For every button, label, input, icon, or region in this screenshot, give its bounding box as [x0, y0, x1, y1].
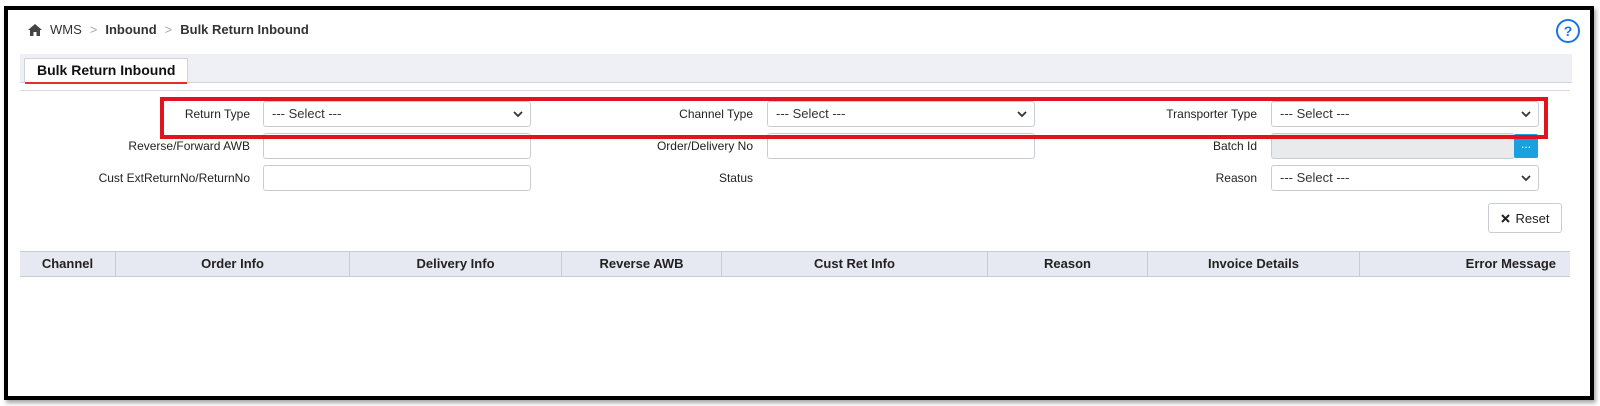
col-reason[interactable]: Reason — [988, 252, 1148, 276]
breadcrumb-separator: > — [164, 22, 173, 37]
table-header: Channel Order Info Delivery Info Reverse… — [20, 251, 1570, 277]
cust-ext-input[interactable] — [263, 165, 531, 191]
breadcrumb-current: Bulk Return Inbound — [180, 22, 309, 37]
col-delivery-info[interactable]: Delivery Info — [350, 252, 562, 276]
reason-select[interactable]: --- Select --- — [1271, 165, 1539, 191]
home-icon[interactable] — [28, 23, 42, 36]
breadcrumb: WMS > Inbound > Bulk Return Inbound — [28, 22, 309, 37]
tab-bulk-return-inbound[interactable]: Bulk Return Inbound — [24, 58, 189, 84]
breadcrumb-root[interactable]: WMS — [50, 22, 82, 37]
col-reverse-awb[interactable]: Reverse AWB — [562, 252, 722, 276]
app-frame: WMS > Inbound > Bulk Return Inbound ? Bu… — [4, 6, 1594, 400]
awb-label: Reverse/Forward AWB — [128, 139, 250, 153]
tab-bar: Bulk Return Inbound — [20, 54, 1572, 84]
close-x-icon — [1500, 213, 1510, 223]
status-label: Status — [718, 171, 753, 185]
reset-label: Reset — [1515, 210, 1550, 226]
col-error-message[interactable]: Error Message — [1360, 252, 1570, 276]
batch-id-label: Batch Id — [1212, 139, 1257, 153]
help-icon[interactable]: ? — [1556, 19, 1580, 43]
reason-value: --- Select --- — [1280, 170, 1350, 185]
col-order-info[interactable]: Order Info — [116, 252, 350, 276]
col-cust-ret-info[interactable]: Cust Ret Info — [722, 252, 988, 276]
col-invoice-details[interactable]: Invoice Details — [1148, 252, 1360, 276]
highlight-box — [160, 97, 1548, 139]
breadcrumb-separator: > — [89, 22, 98, 37]
col-channel[interactable]: Channel — [20, 252, 116, 276]
order-delivery-label: Order/Delivery No — [656, 139, 753, 153]
chevron-down-icon — [1521, 175, 1531, 182]
reason-label: Reason — [1215, 171, 1257, 185]
breadcrumb-inbound[interactable]: Inbound — [105, 22, 156, 37]
cust-ext-label: Cust ExtReturnNo/ReturnNo — [98, 171, 250, 185]
reset-button[interactable]: Reset — [1488, 203, 1562, 233]
